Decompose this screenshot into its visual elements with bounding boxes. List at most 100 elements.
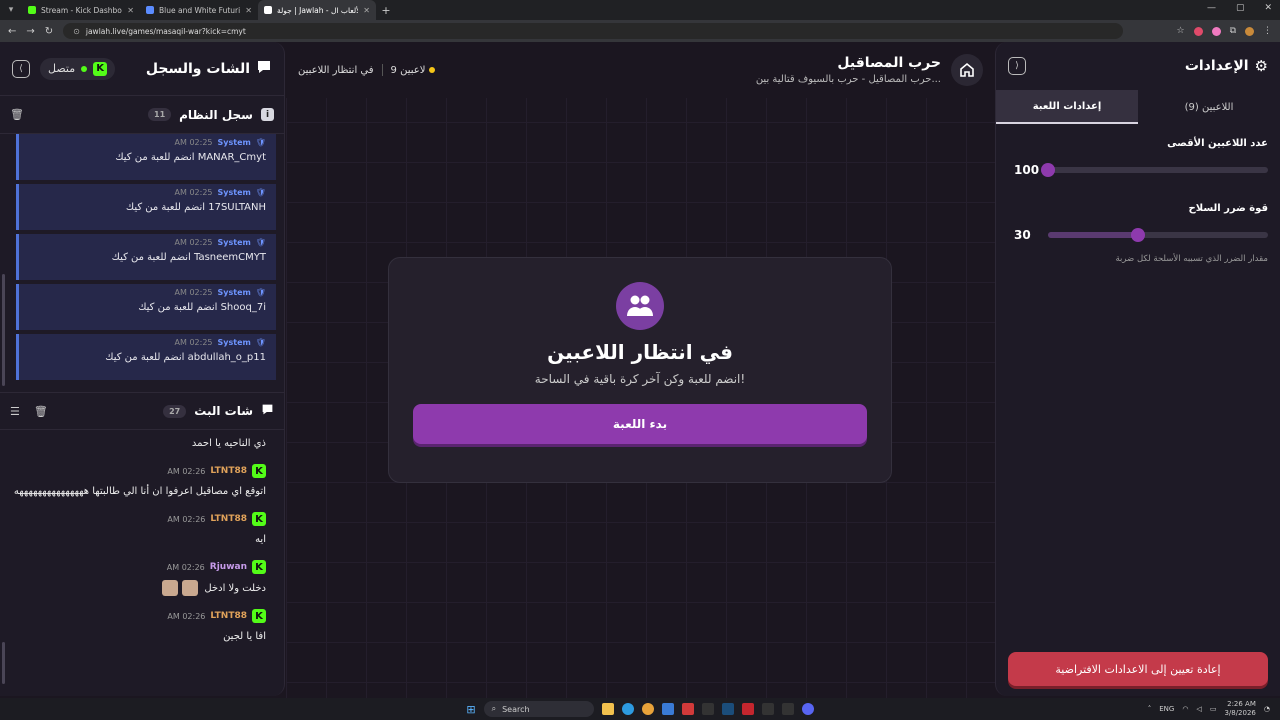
list-item: K LTNT88 02:26 AM ايه — [12, 512, 266, 548]
collapse-panel-icon[interactable]: ⟩ — [1008, 57, 1026, 75]
close-window-icon[interactable]: ✕ — [1264, 3, 1272, 13]
player-count-text: 9 لاعبين — [390, 64, 426, 76]
chevron-up-icon[interactable]: ˄ — [1148, 705, 1152, 713]
info-icon: i — [261, 108, 274, 121]
address-bar[interactable]: ⊙ jawlah.live/games/masaqil-war?kick=cmy… — [63, 23, 1124, 39]
search-icon: ⌕ — [491, 704, 497, 713]
system-tray: ˄ ENG ◠ ◁ ▭ 2:26 AM 3/8/2026 ◔ — [1148, 700, 1270, 718]
profile-avatar[interactable] — [1245, 26, 1254, 36]
kick-logo-icon: K — [93, 61, 108, 76]
settings-header: ⟩ الإعدادات ⚙ — [996, 42, 1280, 90]
timestamp: 02:25 AM — [174, 288, 213, 297]
max-players-label: عدد اللاعبين الأقصى — [1167, 138, 1268, 149]
new-tab-icon[interactable]: + — [376, 4, 396, 17]
jawlah-favicon-icon — [264, 6, 272, 14]
capcut-icon[interactable] — [781, 703, 794, 715]
capcut-icon[interactable] — [701, 703, 714, 715]
minimize-icon[interactable]: — — [1207, 3, 1216, 13]
trash-icon[interactable]: 🗑 — [34, 405, 48, 418]
extensions-area: ☆ ⧉ ⋮ — [1176, 26, 1272, 36]
weapon-damage-setting: قوة ضرر السلاح 30 مقدار الضرر الذي تسببه… — [996, 203, 1280, 264]
file-explorer-icon[interactable] — [601, 703, 614, 715]
chat-panel-title-text: الشات والسجل — [145, 60, 250, 77]
max-players-slider[interactable] — [1041, 163, 1268, 177]
stream-chat-list[interactable]: ذي الناحيه يا احمد K LTNT88 02:26 AM اتوقع… — [0, 430, 284, 690]
search-label: Search — [502, 704, 530, 714]
capcut-icon[interactable] — [761, 703, 774, 715]
tab-game-settings[interactable]: إعدادات اللعبة — [996, 90, 1138, 124]
browser-tab-kick[interactable]: Stream - Kick Dashboard ✕ — [22, 0, 140, 20]
stream-chat-title: شات البث — [194, 404, 253, 418]
weapon-damage-label: قوة ضرر السلاح — [1188, 203, 1268, 214]
game-status: في انتظار اللاعبين 9 لاعبين — [298, 64, 436, 76]
collapse-panel-icon[interactable]: ⟨ — [12, 59, 30, 78]
wifi-icon[interactable]: ◠ — [1182, 705, 1188, 713]
reload-icon[interactable]: ↻ — [45, 26, 53, 37]
app-root: ⟨ متصل K الشات والسجل 🗑 11 سجل النظام i — [0, 42, 1280, 698]
battery-icon[interactable]: ▭ — [1210, 705, 1217, 713]
username[interactable]: LTNT88 — [210, 466, 247, 476]
site-info-icon[interactable]: ⊙ — [73, 27, 80, 36]
app-icon[interactable] — [741, 703, 754, 715]
tab-players[interactable]: اللاعبين (9) — [1138, 90, 1280, 124]
taskbar: ⊞ ⌕ Search ˄ ENG ◠ ◁ ▭ 2:26 AM 3/8/2026 … — [0, 698, 1280, 720]
username[interactable]: LTNT88 — [210, 514, 247, 524]
app-icon[interactable] — [681, 703, 694, 715]
language-indicator[interactable]: ENG — [1159, 705, 1174, 713]
url-text: jawlah.live/games/masaqil-war?kick=cmyt — [85, 26, 246, 36]
taskbar-search[interactable]: ⌕ Search — [483, 701, 594, 717]
forward-icon[interactable]: → — [26, 26, 34, 37]
browser-tab-canva[interactable]: Blue and White Futuristic Modi ✕ — [140, 0, 258, 20]
extension-icon[interactable] — [1211, 26, 1221, 36]
game-title: حرب المصاقيل — [837, 55, 941, 71]
timestamp: 02:25 AM — [174, 188, 213, 197]
scrollbar[interactable] — [2, 274, 5, 386]
message-text: TasneemCMYT انضم للعبة من كيك — [111, 252, 266, 263]
sender: System — [217, 338, 251, 347]
message-text: MANAR_Cmyt انضم للعبة من كيك — [115, 152, 266, 163]
kick-logo-icon: K — [252, 609, 266, 623]
clock[interactable]: 2:26 AM 3/8/2026 — [1224, 700, 1255, 718]
notifications-icon[interactable]: ◔ — [1264, 705, 1270, 713]
home-button[interactable] — [951, 54, 983, 86]
timestamp: 02:25 AM — [174, 238, 213, 247]
extension-icon[interactable] — [1193, 26, 1203, 36]
chrome-icon[interactable] — [641, 703, 654, 715]
bookmark-star-icon[interactable]: ☆ — [1176, 26, 1184, 36]
max-players-value: 100 — [1014, 163, 1040, 177]
sender: System — [217, 138, 251, 147]
maximize-icon[interactable]: ▢ — [1236, 3, 1245, 13]
slider-thumb[interactable] — [1131, 228, 1146, 242]
browser-tab-jawlah[interactable]: جولة | Jawlah - منصة الألعاب ال ✕ — [258, 0, 376, 20]
mail-icon[interactable] — [661, 703, 674, 715]
steam-icon[interactable] — [721, 703, 734, 715]
weapon-damage-slider[interactable] — [1048, 228, 1268, 242]
kick-logo-icon: K — [252, 512, 266, 526]
status-label: في انتظار اللاعبين — [298, 64, 374, 76]
back-icon[interactable]: ← — [8, 26, 16, 37]
puzzle-icon[interactable]: ⧉ — [1230, 26, 1236, 36]
close-tab-icon[interactable]: ✕ — [245, 6, 252, 15]
start-game-button[interactable]: بدء اللعبة — [413, 404, 867, 444]
volume-icon[interactable]: ◁ — [1196, 705, 1201, 713]
window-controls: — ▢ ✕ — [1207, 3, 1272, 13]
username[interactable]: LTNT88 — [210, 611, 247, 621]
tab-search-icon[interactable]: ▾ — [0, 5, 22, 15]
discord-icon[interactable] — [801, 703, 814, 715]
close-tab-icon[interactable]: ✕ — [363, 6, 370, 15]
edge-icon[interactable] — [621, 703, 634, 715]
close-tab-icon[interactable]: ✕ — [127, 6, 134, 15]
align-icon[interactable]: ☰ — [10, 405, 20, 418]
reset-defaults-button[interactable]: إعادة تعيين إلى الاعدادات الافتراضية — [1008, 652, 1268, 686]
waiting-title: في انتظار اللاعبين — [547, 340, 733, 364]
system-log-list[interactable]: 🛡 System 02:25 AM MANAR_Cmyt انضم للعبة من… — [0, 134, 284, 392]
emote-icon — [182, 580, 199, 596]
trash-icon[interactable]: 🗑 — [10, 108, 24, 121]
username[interactable]: Rjuwan — [210, 562, 247, 572]
menu-icon[interactable]: ⋮ — [1263, 26, 1272, 36]
scrollbar[interactable] — [2, 642, 5, 684]
list-item: 🛡 System 02:25 AM 17SULTANH انضم للعبة من … — [16, 184, 276, 230]
shield-icon: 🛡 — [255, 338, 266, 347]
start-icon[interactable]: ⊞ — [466, 703, 475, 716]
slider-thumb[interactable] — [1041, 163, 1055, 177]
